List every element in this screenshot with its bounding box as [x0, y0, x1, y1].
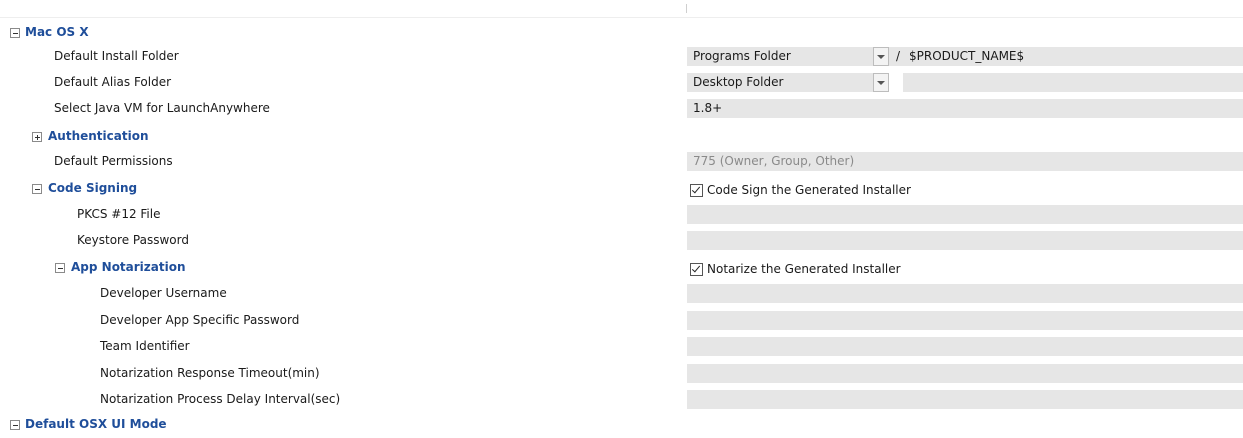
property-row-alias-folder: Default Alias Folder Desktop Folder / [0, 70, 1243, 96]
alias-folder-editor: Desktop Folder / [687, 73, 1243, 92]
java-vm-input[interactable]: 1.8+ [687, 99, 1243, 118]
keystore-password-input[interactable] [687, 231, 1243, 250]
input-value: 1.8+ [693, 101, 723, 115]
install-folder-path-input[interactable]: $PRODUCT_NAME$ [909, 49, 1024, 63]
install-folder-select[interactable]: Programs Folder [687, 47, 889, 66]
property-label: Team Identifier [100, 339, 190, 353]
node-label: Default OSX UI Mode [25, 417, 167, 431]
property-row-developer-username: Developer Username [0, 281, 1243, 307]
checkbox-label: Notarize the Generated Installer [707, 262, 901, 276]
node-label: Code Signing [48, 181, 138, 195]
collapse-icon[interactable] [32, 184, 42, 194]
input-value: 775 (Owner, Group, Other) [693, 154, 855, 168]
property-label: Developer Username [100, 286, 227, 300]
property-label: Developer App Specific Password [100, 313, 300, 327]
property-row-notarization-timeout: Notarization Response Timeout(min) [0, 361, 1243, 387]
expand-icon[interactable] [32, 132, 42, 142]
notarization-delay-input[interactable] [687, 390, 1243, 409]
property-row-install-folder: Default Install Folder Programs Folder /… [0, 44, 1243, 70]
checkbox-checked-icon[interactable] [690, 184, 703, 197]
property-row-java-vm: Select Java VM for LaunchAnywhere 1.8+ [0, 96, 1243, 122]
property-label: Select Java VM for LaunchAnywhere [54, 101, 270, 115]
install-folder-editor: Programs Folder / $PRODUCT_NAME$ [687, 47, 1243, 66]
notarization-timeout-input[interactable] [687, 364, 1243, 383]
property-label: Default Permissions [54, 154, 173, 168]
permissions-input[interactable]: 775 (Owner, Group, Other) [687, 152, 1243, 171]
property-label: Notarization Response Timeout(min) [100, 366, 320, 380]
column-separator [686, 4, 687, 13]
property-label: Keystore Password [77, 233, 189, 247]
property-row-permissions: Default Permissions 775 (Owner, Group, O… [0, 149, 1243, 175]
chevron-down-icon[interactable] [873, 47, 889, 66]
separator-gap [889, 73, 903, 92]
chevron-down-icon[interactable] [873, 73, 889, 92]
property-row-developer-app-password: Developer App Specific Password [0, 308, 1243, 334]
select-value: Desktop Folder [693, 75, 784, 89]
property-label: Default Install Folder [54, 49, 179, 63]
property-label: Notarization Process Delay Interval(sec) [100, 392, 341, 406]
pkcs-file-input[interactable] [687, 205, 1243, 224]
checkbox-label: Code Sign the Generated Installer [707, 183, 911, 197]
notarize-checkbox[interactable]: Notarize the Generated Installer [687, 258, 1243, 277]
tree-node-code-signing[interactable]: Code Signing Code Sign the Generated Ins… [0, 176, 1243, 202]
property-label: PKCS #12 File [77, 207, 161, 221]
collapse-icon[interactable] [55, 263, 65, 273]
property-row-keystore-password: Keystore Password [0, 228, 1243, 254]
property-row-team-identifier: Team Identifier [0, 334, 1243, 360]
property-row-notarization-delay: Notarization Process Delay Interval(sec) [0, 387, 1243, 413]
collapse-icon[interactable] [10, 28, 20, 38]
property-label: Default Alias Folder [54, 75, 172, 89]
developer-username-input[interactable] [687, 284, 1243, 303]
code-sign-checkbox[interactable]: Code Sign the Generated Installer [687, 179, 1243, 198]
node-label: Authentication [48, 129, 149, 143]
alias-folder-select[interactable]: Desktop Folder [687, 73, 889, 92]
select-value: Programs Folder [693, 49, 791, 63]
team-identifier-input[interactable] [687, 337, 1243, 356]
property-row-pkcs-file: PKCS #12 File [0, 202, 1243, 228]
node-label: Mac OS X [25, 25, 89, 39]
path-separator: / [896, 49, 901, 63]
node-label: App Notarization [71, 260, 186, 274]
tree-node-default-osx-ui-mode[interactable]: Default OSX UI Mode [0, 412, 1243, 438]
header-divider [0, 17, 1243, 18]
alias-folder-path-input[interactable] [903, 73, 1243, 92]
checkbox-checked-icon[interactable] [690, 263, 703, 276]
collapse-icon[interactable] [10, 420, 20, 430]
tree-node-macos[interactable]: Mac OS X [0, 20, 1243, 46]
developer-app-password-input[interactable] [687, 311, 1243, 330]
tree-node-app-notarization[interactable]: App Notarization Notarize the Generated … [0, 255, 1243, 281]
tree-node-authentication[interactable]: Authentication [0, 124, 1243, 150]
